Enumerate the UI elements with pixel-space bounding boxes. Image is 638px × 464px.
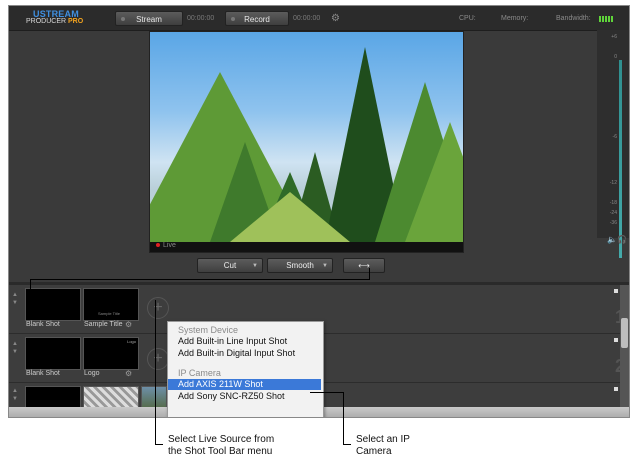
thumb-text: Sample Title [98, 311, 121, 316]
record-button[interactable]: Record [225, 11, 289, 26]
callout-text: Select an IP [356, 434, 410, 445]
callout-line [155, 300, 156, 445]
shot-thumbnail[interactable]: Sample Title [83, 288, 139, 321]
shot-thumbnail[interactable] [25, 337, 81, 370]
row-drag-handle[interactable]: ▲ ▼ [11, 340, 19, 356]
record-button-label: Record [244, 15, 270, 24]
shot-label: Blank Shot [26, 321, 60, 328]
stream-button-label: Stream [136, 15, 162, 24]
meter-label: -18 [609, 200, 617, 206]
shot-settings-gear-icon[interactable]: ⚙ [125, 320, 132, 329]
headphones-icon[interactable]: 🎧 [617, 235, 627, 244]
meter-label: -24 [609, 210, 617, 216]
shot-thumbnail[interactable] [141, 386, 167, 409]
meter-label: -12 [609, 180, 617, 186]
shot-thumbnail[interactable] [25, 288, 81, 321]
shot-label: Blank Shot [26, 370, 60, 377]
logo-producer: PRODUCER PRO [26, 18, 84, 25]
callout-text: Select Live Source from [168, 434, 275, 445]
meter-label: -36 [609, 220, 617, 226]
settings-gear-icon[interactable]: ⚙ [331, 13, 340, 24]
shot-settings-gear-icon[interactable]: ⚙ [125, 369, 132, 378]
stream-indicator-icon [121, 17, 125, 21]
cpu-label: CPU: [459, 15, 476, 22]
callout-line [369, 268, 370, 280]
memory-label: Memory: [501, 15, 529, 22]
add-shot-button[interactable]: + [147, 297, 169, 319]
shot-thumbnail[interactable]: Logo [83, 337, 139, 370]
callout-line [30, 279, 31, 291]
callout-line [343, 392, 344, 445]
cut-dropdown[interactable]: Cut ▼ [197, 258, 263, 273]
add-shot-button[interactable]: + [147, 348, 169, 370]
meter-label: -6 [612, 134, 617, 140]
menu-item-axis-211w[interactable]: Add AXIS 211W Shot [168, 379, 321, 390]
menu-item-digital-input[interactable]: Add Built-in Digital Input Shot [168, 348, 321, 359]
live-status: Live [156, 242, 176, 249]
callout-ip-camera: Select an IP Camera [356, 434, 410, 458]
row-selector-icon[interactable] [614, 338, 618, 342]
scrollbar-thumb[interactable] [621, 318, 628, 348]
shot-thumbnail[interactable] [25, 386, 81, 409]
chevron-down-icon: ▼ [322, 263, 328, 269]
callout-line [155, 444, 163, 445]
record-timer: 00:00:00 [293, 15, 321, 22]
callout-line [30, 279, 370, 280]
row-drag-handle[interactable]: ▲ ▼ [11, 291, 19, 307]
menu-section-system-device: System Device [178, 325, 239, 335]
smooth-dropdown[interactable]: Smooth ▼ [267, 258, 333, 273]
shot-label: Sample Title [84, 321, 123, 328]
audio-controls: 🔈🎧 [607, 235, 627, 244]
top-toolbar: USTREAM PRODUCER PRO Stream 00:00:00 Rec… [9, 6, 629, 31]
audio-level-meter: +6 0 -6 -12 -18 -24 -36 [597, 30, 629, 258]
cut-label: Cut [223, 261, 237, 270]
bandwidth-label: Bandwidth: [556, 15, 591, 22]
thumb-text: Logo [127, 339, 136, 344]
meter-label: 0 [614, 54, 617, 60]
shot-thumbnail[interactable] [83, 386, 139, 409]
callout-line [343, 444, 351, 445]
stream-button[interactable]: Stream [115, 11, 183, 26]
menu-item-line-input[interactable]: Add Built-in Line Input Shot [168, 336, 321, 347]
row-selector-icon[interactable] [614, 289, 618, 293]
chevron-down-icon: ▼ [252, 263, 258, 269]
live-preview: Live [149, 31, 464, 253]
callout-line [310, 392, 344, 393]
callout-live-source: Select Live Source from the Shot Tool Ba… [168, 434, 274, 458]
preview-video-image [150, 32, 463, 242]
producer-window: USTREAM PRODUCER PRO Stream 00:00:00 Rec… [8, 5, 630, 418]
menu-item-sony-snc-rz50[interactable]: Add Sony SNC-RZ50 Shot [168, 391, 321, 402]
row-selector-icon[interactable] [614, 387, 618, 391]
meter-label: +6 [611, 34, 617, 40]
record-indicator-icon [231, 17, 235, 21]
shot-label: Logo [84, 370, 100, 377]
smooth-label: Smooth [286, 261, 314, 270]
callout-text: the Shot Tool Bar menu [168, 446, 273, 457]
swap-arrows-icon: ⟷ [358, 261, 370, 270]
shot-source-menu: System Device Add Built-in Line Input Sh… [167, 321, 324, 417]
stream-timer: 00:00:00 [187, 15, 215, 22]
row-drag-handle[interactable]: ▲ ▼ [11, 387, 19, 403]
live-dot-icon [156, 243, 160, 248]
meter-level-bar [619, 60, 622, 258]
speaker-icon[interactable]: 🔈 [607, 235, 617, 244]
menu-section-ip-camera: IP Camera [178, 368, 221, 378]
callout-text: Camera [356, 446, 392, 457]
swap-button[interactable]: ⟷ [343, 258, 385, 273]
